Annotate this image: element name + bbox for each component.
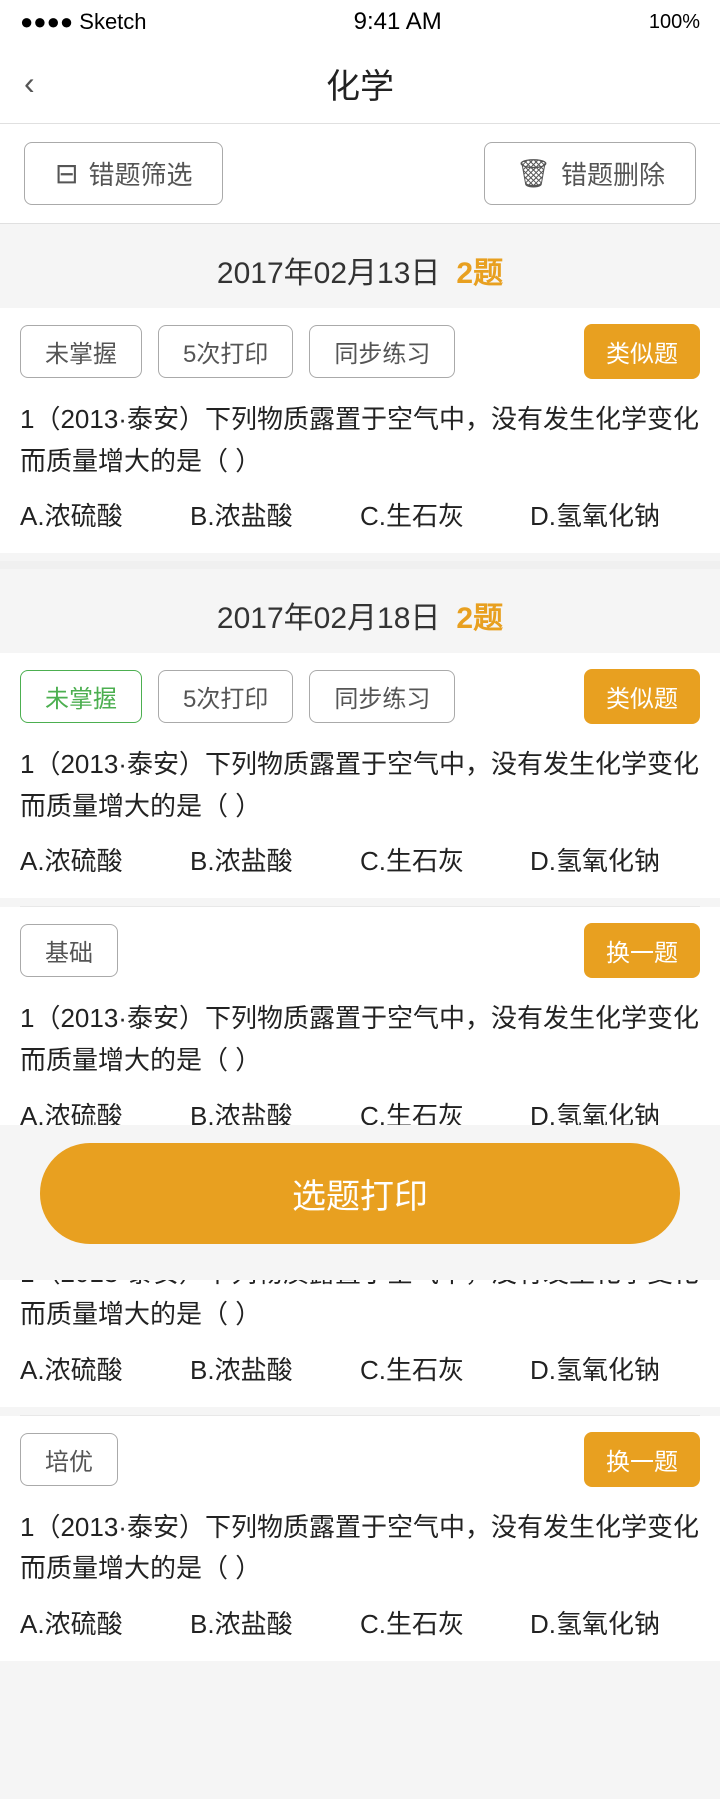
tag-row-2-1: 未掌握 5次打印 同步练习 类似题	[0, 653, 720, 736]
section-date-1: 2017年02月13日	[217, 248, 440, 292]
question-text-1-1: 1（2013·泰安）下列物质露置于空气中，没有发生化学变化而质量增大的是（ ）	[20, 399, 700, 482]
options-row-2-3: A.浓硫酸 B.浓盐酸 C.生石灰 D.氢氧化钠	[20, 1350, 700, 1387]
delete-icon: 🗑	[515, 157, 551, 190]
toolbar: ⊟ 错题筛选 🗑 错题删除	[0, 124, 720, 224]
option-d-2-1: D.氢氧化钠	[530, 841, 700, 878]
swap-button-1[interactable]: 换一题	[584, 923, 700, 978]
back-button[interactable]: ‹	[24, 65, 35, 102]
card-2-1: 未掌握 5次打印 同步练习 类似题 1（2013·泰安）下列物质露置于空气中，没…	[0, 653, 720, 898]
question-block-2-4: 1（2013·泰安）下列物质露置于空气中，没有发生化学变化而质量增大的是（ ） …	[0, 1499, 720, 1661]
tag-print-2[interactable]: 5次打印	[158, 670, 293, 723]
card-1-1: 未掌握 5次打印 同步练习 类似题 1（2013·泰安）下列物质露置于空气中，没…	[0, 308, 720, 553]
option-a-2-4: A.浓硫酸	[20, 1604, 190, 1641]
similar-button-2[interactable]: 类似题	[584, 669, 700, 724]
option-c-1-1: C.生石灰	[360, 496, 530, 533]
content-scroll: 2017年02月13日 2题 未掌握 5次打印 同步练习 类似题 1（2013·…	[0, 224, 720, 1799]
question-block-1-1: 1（2013·泰安）下列物质露置于空气中，没有发生化学变化而质量增大的是（ ） …	[0, 391, 720, 553]
option-d-2-4: D.氢氧化钠	[530, 1604, 700, 1641]
status-bar: ●●●● Sketch 9:41 AM 100%	[0, 0, 720, 44]
option-b-1-1: B.浓盐酸	[190, 496, 360, 533]
status-time: 9:41 AM	[354, 8, 442, 36]
delete-button[interactable]: 🗑 错题删除	[484, 142, 696, 205]
option-b-2-3: B.浓盐酸	[190, 1350, 360, 1387]
option-d-2-3: D.氢氧化钠	[530, 1350, 700, 1387]
option-a-2-3: A.浓硫酸	[20, 1350, 190, 1387]
filter-button[interactable]: ⊟ 错题筛选	[24, 142, 223, 205]
tag-row-2-4: 培优 换一题	[0, 1416, 720, 1499]
tag-unmastered-2[interactable]: 未掌握	[20, 670, 142, 723]
tag-row-1-1: 未掌握 5次打印 同步练习 类似题	[0, 308, 720, 391]
carrier-text: ●●●● Sketch	[20, 9, 147, 35]
section-header-1: 2017年02月13日 2题	[0, 224, 720, 308]
print-button[interactable]: 选题打印	[40, 1143, 680, 1244]
option-a-2-1: A.浓硫酸	[20, 841, 190, 878]
section-header-2: 2017年02月18日 2题	[0, 569, 720, 653]
swap-button-3[interactable]: 换一题	[584, 1432, 700, 1487]
option-b-2-4: B.浓盐酸	[190, 1604, 360, 1641]
tag-row-2-2: 基础 换一题	[0, 907, 720, 990]
status-battery: 100%	[649, 11, 700, 34]
question-text-2-1: 1（2013·泰安）下列物质露置于空气中，没有发生化学变化而质量增大的是（ ）	[20, 744, 700, 827]
similar-button-1[interactable]: 类似题	[584, 324, 700, 379]
section-count-2: 2题	[456, 593, 503, 637]
option-a-1-1: A.浓硫酸	[20, 496, 190, 533]
options-row-2-4: A.浓硫酸 B.浓盐酸 C.生石灰 D.氢氧化钠	[20, 1604, 700, 1641]
question-block-2-1: 1（2013·泰安）下列物质露置于空气中，没有发生化学变化而质量增大的是（ ） …	[0, 736, 720, 898]
divider-1	[0, 561, 720, 569]
section-date-2: 2017年02月18日	[217, 593, 440, 637]
card-2-4: 培优 换一题 1（2013·泰安）下列物质露置于空气中，没有发生化学变化而质量增…	[0, 1416, 720, 1661]
option-c-2-3: C.生石灰	[360, 1350, 530, 1387]
options-row-1-1: A.浓硫酸 B.浓盐酸 C.生石灰 D.氢氧化钠	[20, 496, 700, 533]
delete-label: 错题删除	[561, 155, 665, 192]
tag-elite[interactable]: 培优	[20, 1433, 118, 1486]
question-text-2-4: 1（2013·泰安）下列物质露置于空气中，没有发生化学变化而质量增大的是（ ）	[20, 1507, 700, 1590]
status-carrier: ●●●● Sketch	[20, 9, 147, 35]
bottom-bar: 选题打印	[0, 1125, 720, 1280]
option-d-1-1: D.氢氧化钠	[530, 496, 700, 533]
filter-icon: ⊟	[55, 157, 78, 190]
page-title: 化学	[326, 59, 394, 108]
option-c-2-1: C.生石灰	[360, 841, 530, 878]
question-text-2-2: 1（2013·泰安）下列物质露置于空气中，没有发生化学变化而质量增大的是（ ）	[20, 998, 700, 1081]
nav-bar: ‹ 化学	[0, 44, 720, 124]
card-2-2: 基础 换一题 1（2013·泰安）下列物质露置于空气中，没有发生化学变化而质量增…	[0, 907, 720, 1152]
tag-print-1[interactable]: 5次打印	[158, 325, 293, 378]
section-count-1: 2题	[456, 248, 503, 292]
options-row-2-1: A.浓硫酸 B.浓盐酸 C.生石灰 D.氢氧化钠	[20, 841, 700, 878]
tag-basic[interactable]: 基础	[20, 924, 118, 977]
option-b-2-1: B.浓盐酸	[190, 841, 360, 878]
option-c-2-4: C.生石灰	[360, 1604, 530, 1641]
filter-label: 错题筛选	[88, 155, 192, 192]
tag-unmastered-1[interactable]: 未掌握	[20, 325, 142, 378]
tag-sync-2[interactable]: 同步练习	[309, 670, 455, 723]
tag-sync-1[interactable]: 同步练习	[309, 325, 455, 378]
